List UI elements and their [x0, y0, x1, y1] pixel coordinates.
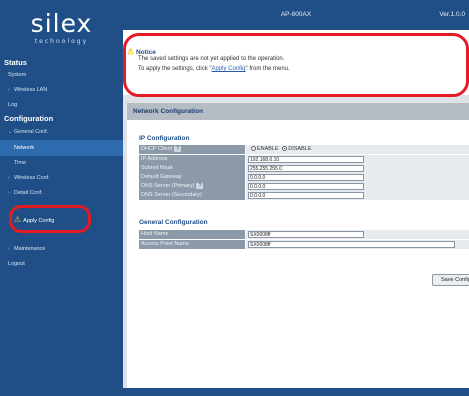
- ip-address-field[interactable]: [248, 156, 364, 163]
- sidebar-item-detail-conf[interactable]: › Detail Conf.: [0, 185, 123, 201]
- sidebar-item-wireless-lan[interactable]: › Wireless LAN: [0, 82, 123, 98]
- sidebar-item-label: Network: [14, 145, 35, 151]
- help-icon[interactable]: ?: [174, 145, 182, 152]
- sidebar-item-system[interactable]: System: [0, 67, 123, 83]
- dhcp-label-text: DHCP Client: [141, 146, 173, 152]
- gateway-label: Default Gateway: [139, 173, 245, 182]
- dns2-label: DNS Server (Secondary): [139, 191, 245, 200]
- dhcp-disable-radio[interactable]: [282, 146, 288, 152]
- ap-row: Access Point Name: [139, 240, 469, 249]
- dhcp-row: DHCP Client? ENABLE DISABLE: [139, 145, 469, 154]
- sidebar-item-label: General Conf.: [14, 129, 49, 135]
- subnet-mask-field[interactable]: [248, 165, 364, 172]
- sidebar-item-apply-config[interactable]: ⚠ Apply Config: [14, 212, 54, 228]
- dhcp-enable-label: ENABLE: [257, 146, 279, 152]
- dhcp-disable-label: DISABLE: [288, 146, 312, 152]
- notice-instruction-suffix: " from the menu.: [245, 66, 290, 72]
- sidebar-item-label: Maintenance: [14, 246, 46, 252]
- silex-logo: silex technology: [0, 0, 123, 48]
- footer-bar: [123, 388, 469, 396]
- sidebar-item-label: Time: [14, 160, 27, 166]
- sidebar-item-label: Apply Config: [23, 218, 55, 224]
- dns1-label: DNS Server (Primary)?: [139, 182, 245, 191]
- host-label: Host Name: [139, 230, 245, 239]
- sidebar-item-network[interactable]: Network: [0, 140, 123, 156]
- dns-primary-field[interactable]: [248, 183, 364, 190]
- header-bar: AP-800AX Ver.1.0.0: [123, 0, 469, 30]
- dns-secondary-field[interactable]: [248, 192, 364, 199]
- notice-instruction-prefix: To apply the settings, click ": [138, 66, 212, 72]
- sidebar-item-time[interactable]: Time: [0, 155, 123, 171]
- sidebar: silex technology Status System › Wireless…: [0, 0, 123, 396]
- sidebar-item-label: Logout: [8, 261, 25, 267]
- status-header: Status: [4, 58, 27, 67]
- general-config-title: General Configuration: [139, 219, 208, 226]
- dhcp-enable-radio[interactable]: [251, 146, 256, 152]
- mask-row: Subnet Mask: [139, 164, 469, 173]
- logo-subtext: technology: [34, 38, 89, 45]
- help-icon[interactable]: ?: [196, 182, 204, 189]
- host-row: Host Name: [139, 230, 469, 239]
- ap-label: Access Point Name: [139, 240, 245, 249]
- ip-label: IP Address: [139, 155, 245, 164]
- access-point-name-field[interactable]: [248, 241, 455, 248]
- sidebar-item-general-conf[interactable]: ⌄ General Conf.: [0, 124, 123, 140]
- main-area: Network Configuration IP Configuration D…: [123, 95, 469, 396]
- dns2-row: DNS Server (Secondary): [139, 191, 469, 200]
- sidebar-item-log[interactable]: Log: [0, 97, 123, 113]
- gateway-row: Default Gateway: [139, 173, 469, 182]
- sidebar-item-wireless-conf[interactable]: › Wireless Conf.: [0, 170, 123, 186]
- configuration-header: Configuration: [4, 114, 54, 123]
- notice-instruction: To apply the settings, click "Apply Conf…: [138, 66, 290, 72]
- mask-label: Subnet Mask: [139, 164, 245, 173]
- save-config-button[interactable]: Save Config: [432, 274, 469, 286]
- dhcp-options: ENABLE DISABLE: [251, 145, 311, 154]
- firmware-version: Ver.1.0.0: [439, 11, 465, 18]
- ip-config-title: IP Configuration: [139, 135, 190, 142]
- sidebar-item-label: Detail Conf.: [14, 190, 43, 196]
- model-title: AP-800AX: [280, 11, 312, 18]
- ip-row: IP Address: [139, 155, 469, 164]
- apply-config-link[interactable]: Apply Config: [212, 66, 246, 72]
- sidebar-item-maintenance[interactable]: › Maintenance: [0, 241, 123, 257]
- dns1-row: DNS Server (Primary)?: [139, 182, 469, 191]
- notice-box: ⚠ Notice The saved settings are not yet …: [127, 43, 469, 93]
- host-name-field[interactable]: [248, 231, 364, 238]
- dhcp-label: DHCP Client?: [139, 145, 245, 154]
- sidebar-item-label: Log: [8, 102, 18, 108]
- warning-icon: ⚠: [14, 215, 22, 224]
- sidebar-item-logout[interactable]: Logout: [0, 256, 123, 272]
- gateway-field[interactable]: [248, 174, 364, 181]
- sidebar-item-label: Wireless LAN: [14, 87, 48, 93]
- notice-title: ⚠ Notice: [127, 47, 156, 56]
- logo-text: silex: [30, 9, 93, 38]
- page-title: Network Configuration: [127, 103, 469, 120]
- content-panel: Network Configuration IP Configuration D…: [127, 103, 469, 391]
- notice-message: The saved settings are not yet applied t…: [138, 56, 285, 62]
- notice-title-text: Notice: [135, 49, 156, 56]
- sidebar-item-label: Wireless Conf.: [14, 175, 50, 181]
- warning-triangle-icon: ⚠: [127, 47, 135, 56]
- dns1-label-text: DNS Server (Primary): [141, 183, 195, 189]
- sidebar-item-label: System: [8, 72, 27, 78]
